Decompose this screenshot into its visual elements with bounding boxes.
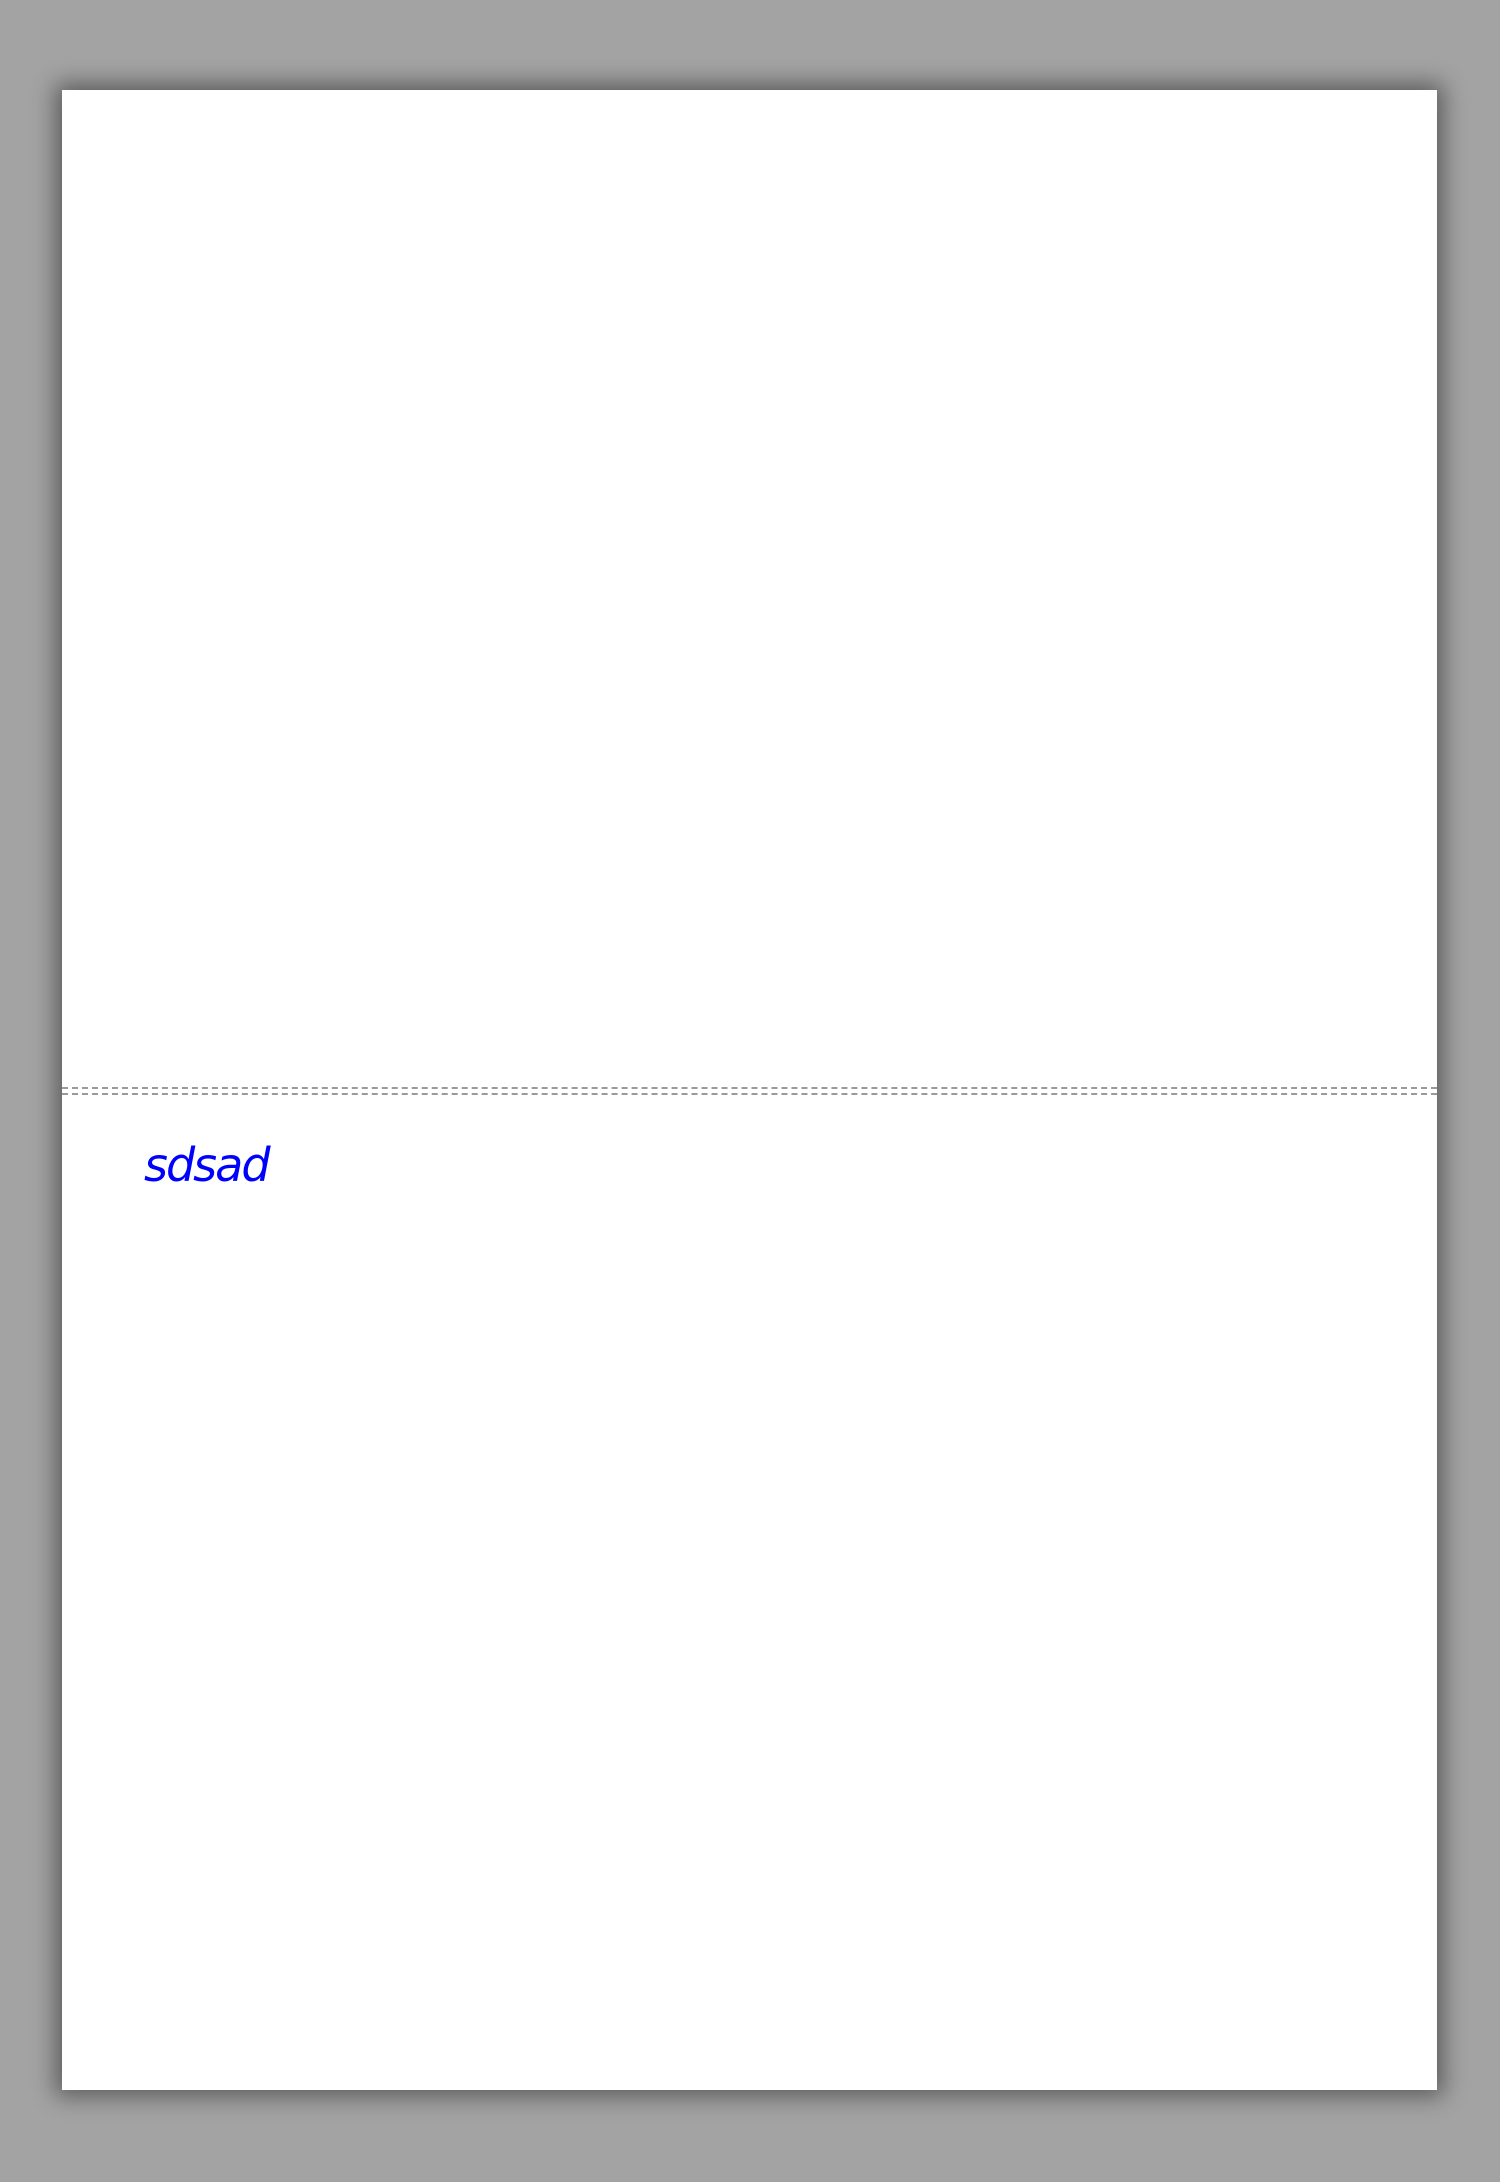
page-divider-dashed-top <box>62 1087 1437 1089</box>
document-page: sdsad <box>62 90 1437 2090</box>
handwritten-annotation[interactable]: sdsad <box>144 1142 271 1188</box>
page-divider-dashed-bottom <box>62 1093 1437 1095</box>
